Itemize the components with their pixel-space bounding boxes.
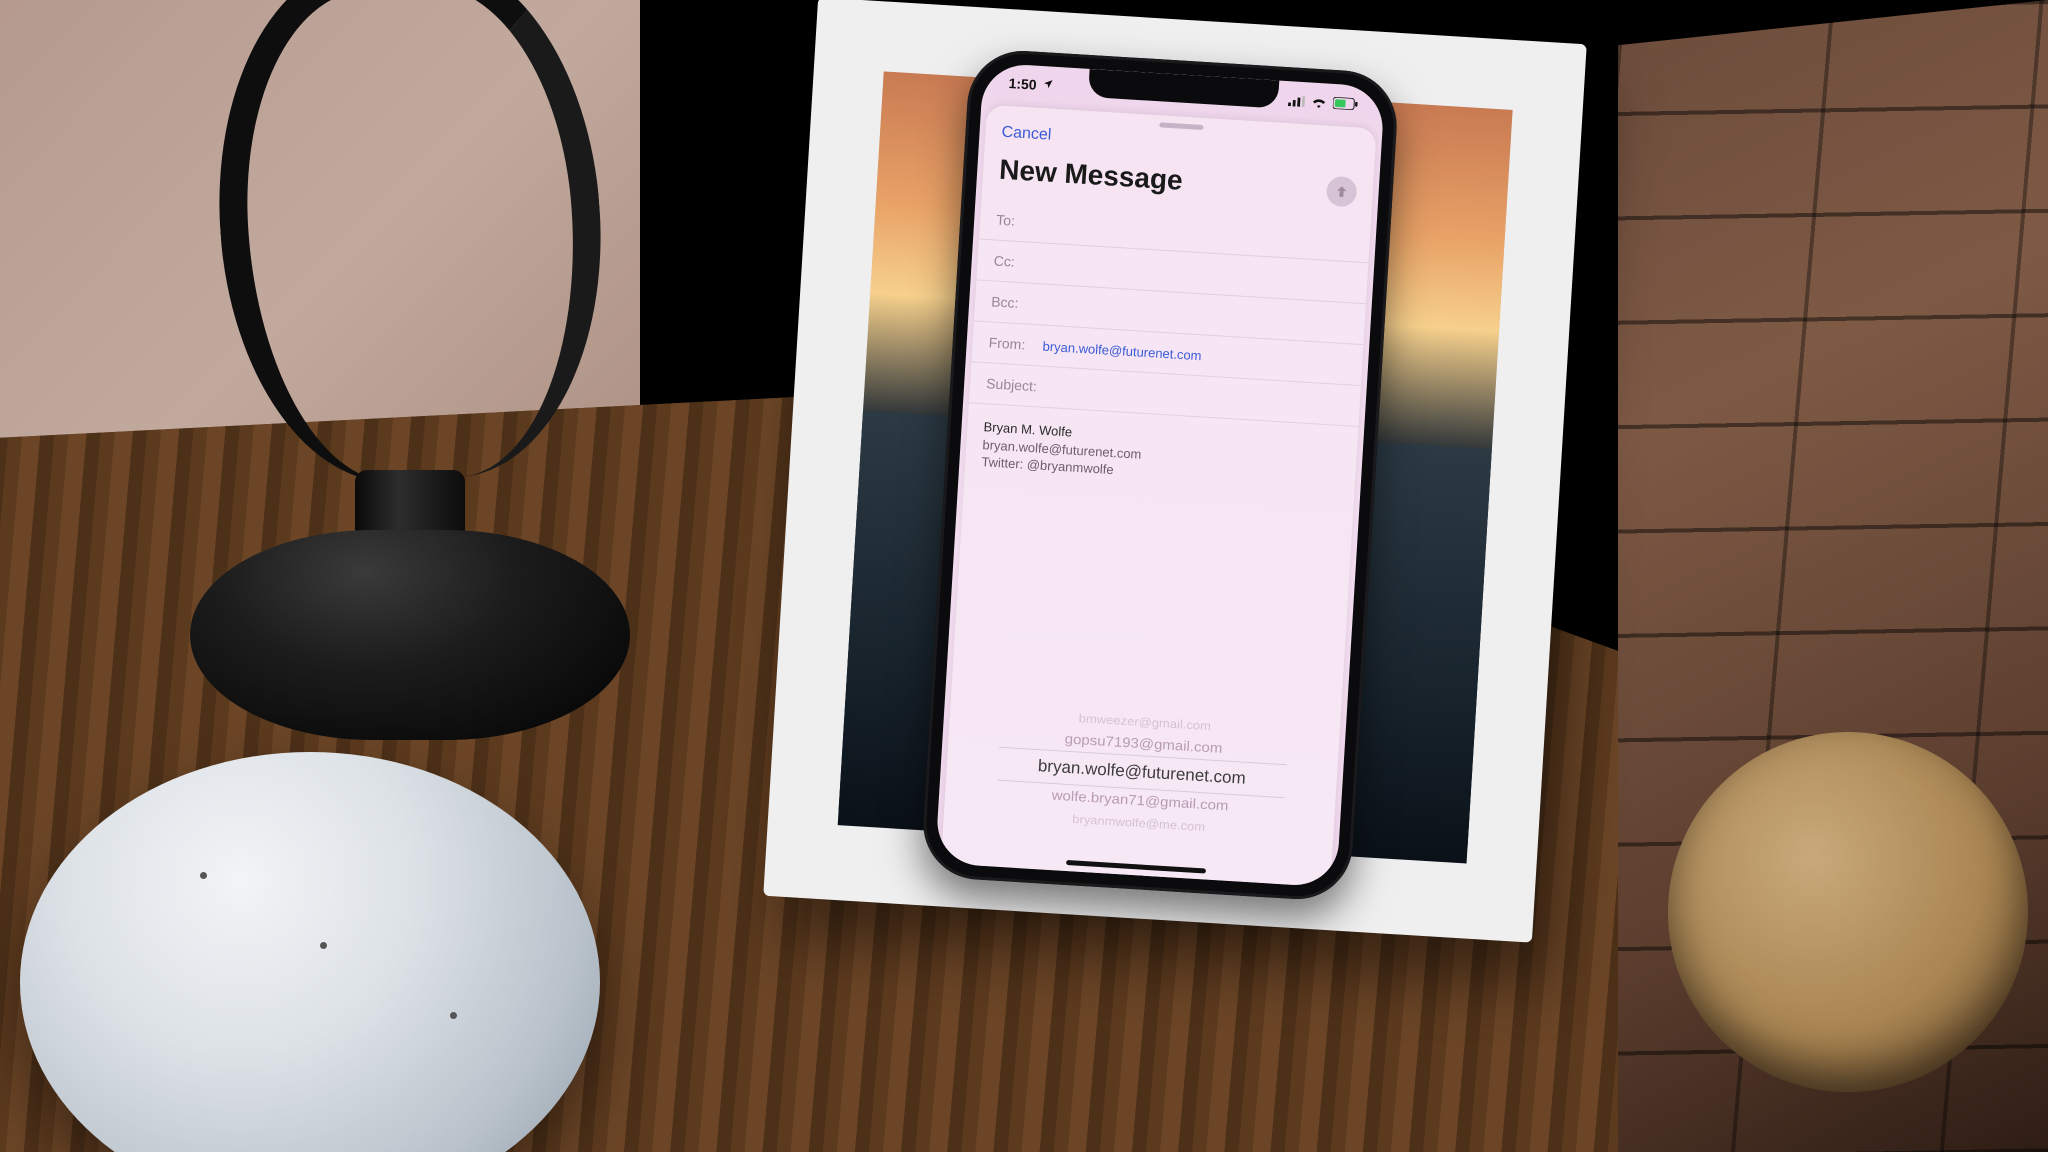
iphone: 1:50 Cancel New Message xyxy=(920,48,1400,903)
send-button[interactable] xyxy=(1326,176,1358,208)
sheet-grabber[interactable] xyxy=(1159,122,1203,130)
to-label: To: xyxy=(996,212,1043,231)
status-time: 1:50 xyxy=(1008,75,1037,93)
from-address-picker[interactable]: bmweezer@gmail.com gopsu7193@gmail.com b… xyxy=(942,676,1342,869)
compose-title: New Message xyxy=(998,154,1317,205)
arrow-up-icon xyxy=(1333,183,1350,200)
wifi-icon xyxy=(1311,96,1328,108)
phone-screen: 1:50 Cancel New Message xyxy=(935,62,1385,887)
round-stool xyxy=(1668,732,2028,1092)
cell-signal-icon xyxy=(1288,95,1306,107)
from-value: bryan.wolfe@futurenet.com xyxy=(1042,338,1202,363)
cancel-button[interactable]: Cancel xyxy=(1001,124,1052,145)
cc-label: Cc: xyxy=(993,252,1040,271)
location-arrow-icon xyxy=(1042,78,1054,90)
battery-icon xyxy=(1333,97,1359,111)
bcc-label: Bcc: xyxy=(991,293,1038,312)
compose-fields: To: Cc: Bcc: From: br xyxy=(965,199,1371,494)
from-label: From: xyxy=(988,334,1035,353)
subject-label: Subject: xyxy=(986,375,1037,394)
compose-sheet: Cancel New Message To: Cc: xyxy=(935,104,1383,887)
desk-lamp xyxy=(150,320,670,740)
